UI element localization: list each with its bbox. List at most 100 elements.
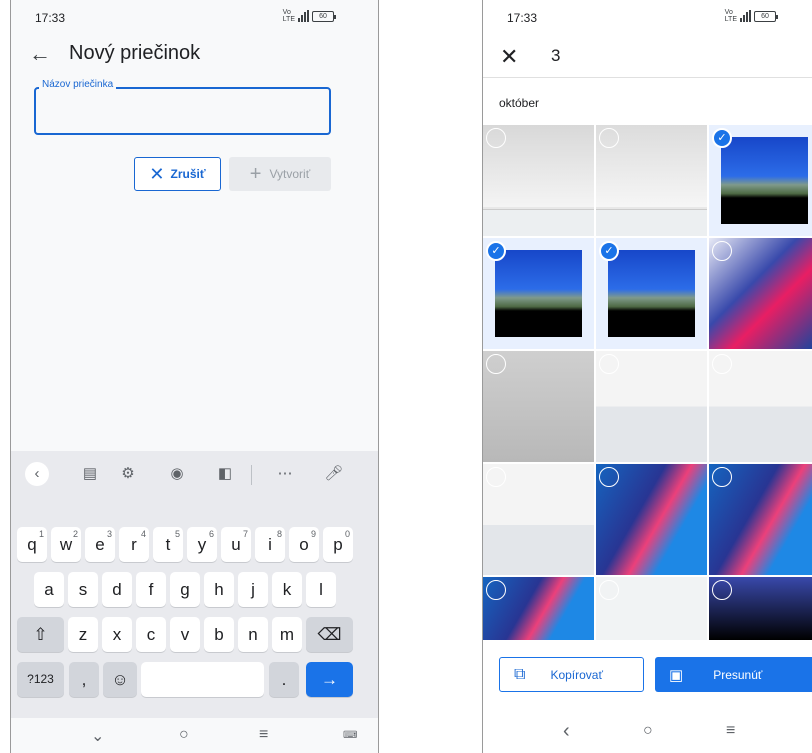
create-button[interactable]: + Vytvoriť: [229, 157, 331, 191]
key-s[interactable]: s: [68, 572, 98, 607]
select-circle-icon[interactable]: [486, 128, 506, 148]
key-g[interactable]: g: [170, 572, 200, 607]
bottom-actions: ⧉ Kopírovať ▣ Presunúť: [499, 657, 812, 692]
grid-item[interactable]: [483, 464, 594, 575]
select-circle-icon[interactable]: [599, 580, 619, 600]
battery-icon: 60: [754, 10, 778, 22]
key-m[interactable]: m: [272, 617, 302, 652]
key-t[interactable]: t5: [153, 527, 183, 562]
settings-gear-icon[interactable]: ⚙: [116, 462, 140, 486]
microphone-icon[interactable]: 🎤︎: [322, 462, 346, 486]
back-arrow-icon[interactable]: ←: [29, 40, 51, 68]
key-letter: r: [131, 535, 137, 554]
back-icon[interactable]: ‹: [563, 720, 570, 743]
key-r[interactable]: r4: [119, 527, 149, 562]
key-u[interactable]: u7: [221, 527, 251, 562]
key-k[interactable]: k: [272, 572, 302, 607]
copy-icon: ⧉: [514, 665, 526, 683]
grid-item[interactable]: [596, 351, 707, 462]
select-circle-icon[interactable]: [486, 467, 506, 487]
keyboard: ‹ ▤ ⚙ ◉ ◧ ⋯ 🎤︎ q1w2e3r4t5y6u7i8o9p0 asdf…: [11, 451, 378, 718]
grid-item[interactable]: [596, 577, 707, 640]
more-options-icon[interactable]: ⋯: [273, 462, 297, 486]
key-letter: p: [333, 535, 343, 554]
select-circle-icon[interactable]: [712, 467, 732, 487]
hide-keyboard-icon[interactable]: ⌄: [91, 726, 104, 746]
key-p[interactable]: p0: [323, 527, 353, 562]
move-button[interactable]: ▣ Presunúť: [655, 657, 812, 692]
keyboard-toolbar: ‹ ▤ ⚙ ◉ ◧ ⋯ 🎤︎: [11, 451, 378, 496]
period-key[interactable]: .: [269, 662, 299, 697]
key-f[interactable]: f: [136, 572, 166, 607]
grid-item[interactable]: [483, 577, 594, 640]
key-x[interactable]: x: [102, 617, 132, 652]
key-l[interactable]: l: [306, 572, 336, 607]
home-icon[interactable]: ○: [179, 726, 189, 744]
key-j[interactable]: j: [238, 572, 268, 607]
key-hint: 2: [72, 529, 78, 539]
select-circle-icon[interactable]: [599, 467, 619, 487]
grid-item[interactable]: [709, 464, 812, 575]
space-key[interactable]: [141, 662, 264, 697]
close-icon: ✕: [149, 163, 165, 184]
sticker-icon[interactable]: ◧: [213, 462, 237, 486]
copy-button[interactable]: ⧉ Kopírovať: [499, 657, 644, 692]
backspace-key[interactable]: ⌫: [306, 617, 353, 652]
key-i[interactable]: i8: [255, 527, 285, 562]
select-circle-icon[interactable]: [599, 128, 619, 148]
clipboard-icon[interactable]: ▤: [78, 462, 102, 486]
emoji-key[interactable]: ☺: [103, 662, 137, 697]
key-q[interactable]: q1: [17, 527, 47, 562]
theme-palette-icon[interactable]: ◉: [165, 462, 189, 486]
symbols-key[interactable]: ?123: [17, 662, 64, 697]
grid-item[interactable]: [709, 351, 812, 462]
select-circle-icon[interactable]: [712, 354, 732, 374]
key-letter: w: [59, 535, 73, 554]
grid-item[interactable]: [596, 464, 707, 575]
recents-icon[interactable]: ≡: [726, 722, 735, 740]
key-e[interactable]: e3: [85, 527, 115, 562]
key-y[interactable]: y6: [187, 527, 217, 562]
key-a[interactable]: a: [34, 572, 64, 607]
key-hint: 5: [174, 529, 180, 539]
select-circle-icon[interactable]: [486, 354, 506, 374]
grid-item[interactable]: [483, 351, 594, 462]
cancel-button[interactable]: ✕ Zrušiť: [134, 157, 221, 191]
select-circle-icon[interactable]: [712, 580, 732, 600]
grid-item[interactable]: [709, 577, 812, 640]
grid-item[interactable]: [596, 125, 707, 236]
select-circle-icon[interactable]: [486, 580, 506, 600]
enter-key[interactable]: →: [306, 662, 353, 697]
grid-item-selected[interactable]: ✓: [596, 238, 707, 349]
key-z[interactable]: z: [68, 617, 98, 652]
key-hint: 3: [106, 529, 112, 539]
key-w[interactable]: w2: [51, 527, 81, 562]
recents-icon[interactable]: ≡: [259, 726, 268, 744]
key-d[interactable]: d: [102, 572, 132, 607]
key-h[interactable]: h: [204, 572, 234, 607]
select-circle-icon[interactable]: [599, 354, 619, 374]
select-circle-icon[interactable]: [712, 241, 732, 261]
key-b[interactable]: b: [204, 617, 234, 652]
comma-key[interactable]: ,: [69, 662, 99, 697]
key-n[interactable]: n: [238, 617, 268, 652]
close-icon[interactable]: ✕: [500, 44, 518, 70]
key-v[interactable]: v: [170, 617, 200, 652]
grid-item[interactable]: [483, 125, 594, 236]
grid-item-selected[interactable]: ✓: [483, 238, 594, 349]
grid-item[interactable]: [709, 238, 812, 349]
key-o[interactable]: o9: [289, 527, 319, 562]
key-c[interactable]: c: [136, 617, 166, 652]
keyboard-collapse-icon[interactable]: ‹: [25, 462, 49, 486]
checkmark-icon[interactable]: ✓: [599, 241, 619, 261]
key-letter: i: [268, 535, 272, 554]
checkmark-icon[interactable]: ✓: [712, 128, 732, 148]
shift-key[interactable]: ⇧: [17, 617, 64, 652]
key-hint: 0: [344, 529, 350, 539]
keyboard-switch-icon[interactable]: ⌨: [343, 730, 357, 741]
checkmark-icon[interactable]: ✓: [486, 241, 506, 261]
grid-item-selected[interactable]: ✓: [709, 125, 812, 236]
home-icon[interactable]: ○: [643, 722, 653, 740]
battery-icon: 60: [312, 10, 336, 22]
folder-name-input[interactable]: [34, 87, 331, 135]
